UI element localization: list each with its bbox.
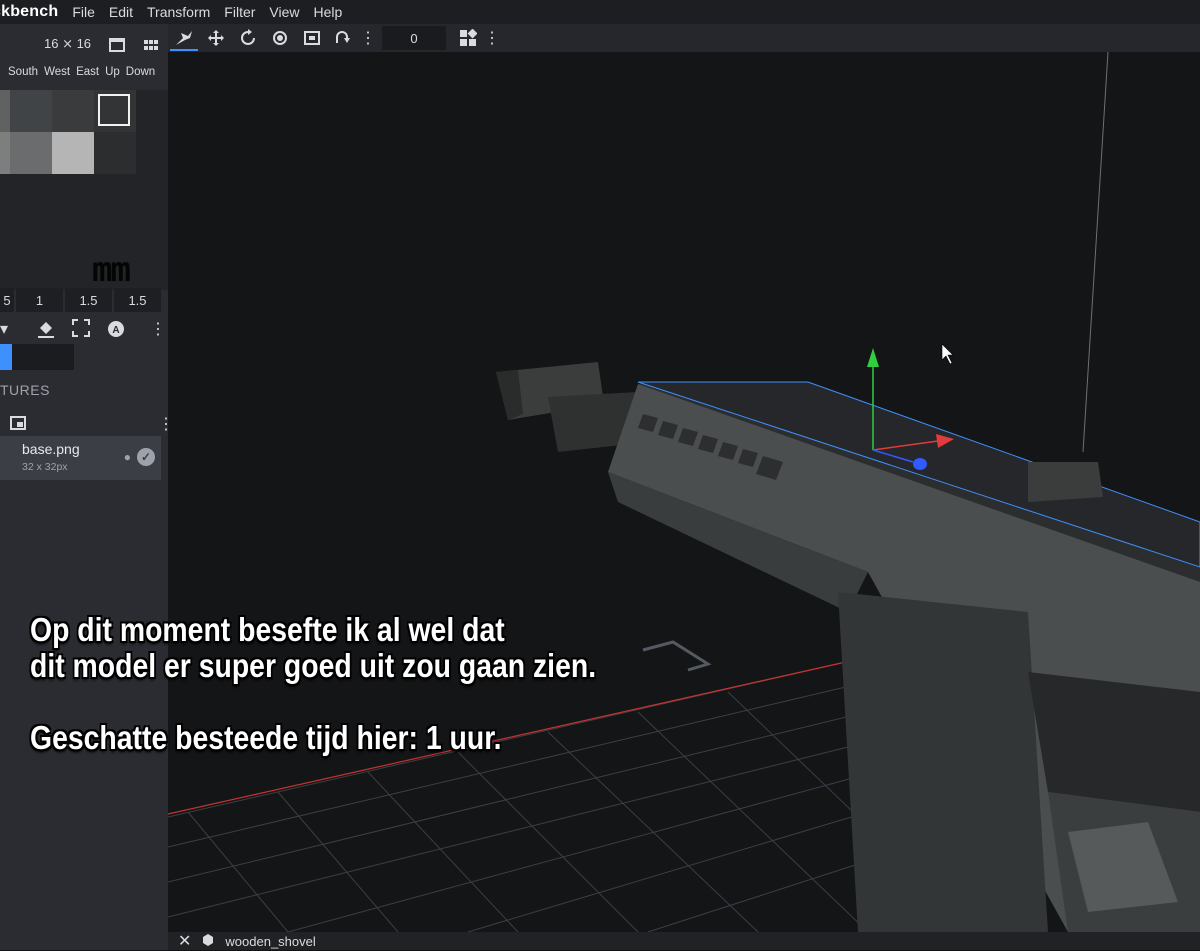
uv-pixel [10, 132, 52, 174]
color-swatch[interactable] [0, 344, 12, 370]
tab-down[interactable]: Down [126, 66, 155, 88]
texture-preview-glyph: mm [92, 250, 131, 290]
tab-up[interactable]: Up [105, 66, 120, 92]
uv-value-3[interactable]: 1.5 [114, 288, 161, 312]
more-vert-icon-3[interactable]: ⋮ [150, 319, 166, 339]
subtitle-caption: Op dit moment besefte ik al wel dat dit … [30, 612, 596, 756]
menu-filter[interactable]: Filter [224, 4, 255, 20]
uv-selection-box[interactable] [98, 94, 130, 126]
uv-value-1[interactable]: 1 [16, 288, 63, 312]
z-arrow-icon[interactable] [913, 458, 927, 470]
3d-viewport[interactable] [168, 52, 1200, 932]
uv-header: 16 ⨯ 16 [0, 24, 168, 66]
fill-bucket-icon[interactable] [36, 319, 56, 344]
grid-view-icon[interactable] [140, 34, 162, 56]
y-arrow-icon[interactable] [867, 348, 879, 367]
import-texture-icon[interactable] [10, 416, 26, 435]
move-tool-icon[interactable] [168, 24, 200, 52]
check-icon[interactable]: ✓ [137, 448, 155, 466]
texture-size: 32 x 32px [22, 461, 68, 473]
uv-size-label[interactable]: 16 ⨯ 16 [44, 36, 91, 52]
uv-pixel [0, 90, 10, 132]
particle-icon[interactable]: ● [124, 450, 131, 464]
texture-actions: ● ✓ [124, 448, 155, 466]
caption-line-3: Geschatte besteede tijd hier: 1 uur. [30, 719, 502, 756]
caption-line-2: dit model er super goed uit zou gaan zie… [30, 647, 597, 684]
auto-uv-icon[interactable]: A [106, 319, 126, 344]
menu-edit[interactable]: Edit [109, 4, 133, 20]
uv-canvas[interactable]: mm [0, 90, 168, 290]
left-sidebar: 16 ⨯ 16 South West East Up Down mm 5 1 1… [0, 24, 174, 950]
close-icon[interactable]: ✕ [178, 931, 191, 951]
uv-pixel [52, 90, 94, 132]
translate-icon[interactable] [200, 24, 232, 52]
dropdown-icon[interactable]: ▾ [0, 319, 8, 339]
paint-toolbar: ▾ A ⋮ [0, 319, 168, 343]
caption-gap [30, 684, 596, 720]
caption-line-1: Op dit moment besefte ik al wel dat [30, 611, 505, 648]
viewport-scene [168, 52, 1200, 932]
texture-item[interactable]: base.png 32 x 32px ● ✓ [0, 436, 161, 480]
more-vert-icon-2[interactable]: ⋮ [484, 24, 500, 52]
pivot-icon[interactable] [264, 24, 296, 52]
textures-toolbar: ⋮ [0, 414, 174, 435]
y-axis-guide [1082, 52, 1109, 453]
tab-west[interactable]: West [44, 66, 70, 88]
color-bar[interactable] [0, 344, 74, 370]
menu-file[interactable]: File [72, 4, 95, 20]
model-name: wooden_shovel [225, 933, 316, 949]
uv-pixel [94, 132, 136, 174]
app-title: ckbench [0, 3, 59, 20]
svg-text:A: A [112, 325, 119, 336]
window-icon[interactable] [106, 34, 128, 56]
mirror-icon[interactable] [328, 24, 360, 52]
more-vert-icon[interactable]: ⋮ [360, 24, 376, 52]
tool-toolbar: ⋮ 0 ⋮ [168, 24, 1200, 52]
menu-view[interactable]: View [269, 4, 299, 20]
uv-values-row: 5 1 1.5 1.5 [0, 288, 168, 312]
menubar: ckbench File Edit Transform Filter View … [0, 0, 1200, 24]
texture-name: base.png [22, 441, 80, 457]
uv-pixel [10, 90, 52, 132]
model-icon [201, 933, 215, 950]
uv-pixel [52, 132, 94, 174]
menu-help[interactable]: Help [314, 4, 343, 20]
face-tabs: South West East Up Down [0, 66, 168, 92]
textures-section-title: TURES [0, 382, 50, 398]
menu-transform[interactable]: Transform [147, 4, 210, 20]
rotate-icon[interactable] [232, 24, 264, 52]
tab-south[interactable]: South [8, 66, 38, 88]
mouse-cursor-icon [941, 343, 954, 365]
compass-marker [642, 640, 712, 672]
uv-value-0[interactable]: 5 [0, 288, 14, 312]
uv-pixel [0, 132, 10, 174]
tab-east[interactable]: East [76, 66, 99, 88]
layout-icon[interactable] [452, 24, 484, 52]
fullscreen-icon[interactable] [72, 319, 90, 342]
uv-value-2[interactable]: 1.5 [65, 288, 112, 312]
frame-input[interactable]: 0 [382, 26, 446, 50]
resize-icon[interactable] [296, 24, 328, 52]
status-bar: ✕ wooden_shovel [168, 932, 1200, 950]
